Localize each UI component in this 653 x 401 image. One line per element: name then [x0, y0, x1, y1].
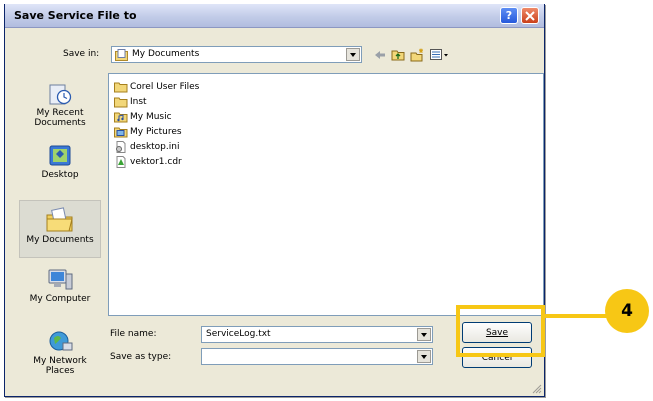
new-folder-icon[interactable] — [410, 48, 425, 62]
back-arrow-icon[interactable] — [373, 48, 387, 62]
list-item[interactable]: desktop.ini — [114, 140, 179, 154]
close-x-icon — [525, 10, 535, 21]
save-as-type-label: Save as type: — [110, 352, 172, 362]
chevron-down-icon[interactable] — [417, 328, 431, 341]
computer-icon — [48, 269, 73, 290]
file-name-value: ServiceLog.txt — [206, 329, 271, 339]
place-my-documents[interactable]: My Documents — [19, 200, 101, 258]
save-in-label: Save in: — [63, 49, 100, 59]
list-item[interactable]: Inst — [114, 95, 147, 109]
view-menu-icon[interactable] — [430, 48, 450, 62]
place-label: My Documents — [26, 235, 94, 245]
file-name-field[interactable]: ServiceLog.txt — [201, 326, 433, 343]
close-button[interactable] — [521, 7, 539, 24]
dialog-title: Save Service File to — [14, 9, 137, 22]
save-in-value: My Documents — [132, 49, 200, 59]
folder-icon — [114, 82, 128, 93]
help-button[interactable]: ? — [500, 7, 518, 24]
pictures-folder-icon — [114, 127, 128, 138]
place-network[interactable]: My Network Places — [19, 324, 101, 382]
place-my-computer[interactable]: My Computer — [19, 262, 101, 320]
network-places-icon — [49, 331, 73, 351]
my-documents-small-icon — [115, 49, 128, 61]
place-label: Desktop — [41, 170, 79, 180]
desktop-icon — [49, 145, 71, 166]
up-folder-icon[interactable] — [391, 48, 406, 62]
step-badge: 4 — [605, 289, 649, 333]
place-label: My Network Places — [33, 356, 87, 376]
list-item[interactable]: My Pictures — [114, 125, 182, 139]
folder-icon — [114, 97, 128, 108]
list-item[interactable]: vektor1.cdr — [114, 155, 182, 169]
place-recent-documents[interactable]: My Recent Documents — [19, 76, 101, 134]
list-item[interactable]: My Music — [114, 110, 172, 124]
file-name: vektor1.cdr — [130, 157, 182, 167]
cdr-file-icon — [116, 156, 126, 168]
place-label: My Computer — [29, 294, 91, 304]
places-bar: My Recent Documents Desktop My Documents — [17, 74, 103, 388]
callout-line — [545, 314, 611, 318]
chevron-down-icon[interactable] — [346, 48, 360, 61]
save-as-type-dropdown[interactable] — [201, 348, 433, 365]
file-name: Corel User Files — [130, 82, 200, 92]
place-desktop[interactable]: Desktop — [19, 138, 101, 196]
chevron-down-icon[interactable] — [417, 350, 431, 363]
save-in-dropdown[interactable]: My Documents — [111, 46, 362, 63]
title-bar[interactable]: Save Service File to ? — [5, 4, 544, 28]
file-name: Inst — [130, 97, 147, 107]
list-item[interactable]: Corel User Files — [114, 80, 199, 94]
highlight-box — [456, 305, 545, 357]
file-name: desktop.ini — [130, 142, 180, 152]
ini-file-icon — [116, 141, 126, 153]
file-name: My Music — [130, 112, 172, 122]
file-list[interactable]: Corel User Files Inst My Music My Pictur… — [108, 73, 544, 316]
my-documents-icon — [46, 207, 73, 232]
file-name-label: File name: — [110, 329, 157, 339]
resize-grip-icon[interactable] — [530, 382, 542, 394]
file-name: My Pictures — [130, 127, 182, 137]
music-folder-icon — [114, 112, 128, 123]
recent-documents-icon — [49, 84, 72, 105]
place-label: My Recent Documents — [34, 108, 86, 128]
